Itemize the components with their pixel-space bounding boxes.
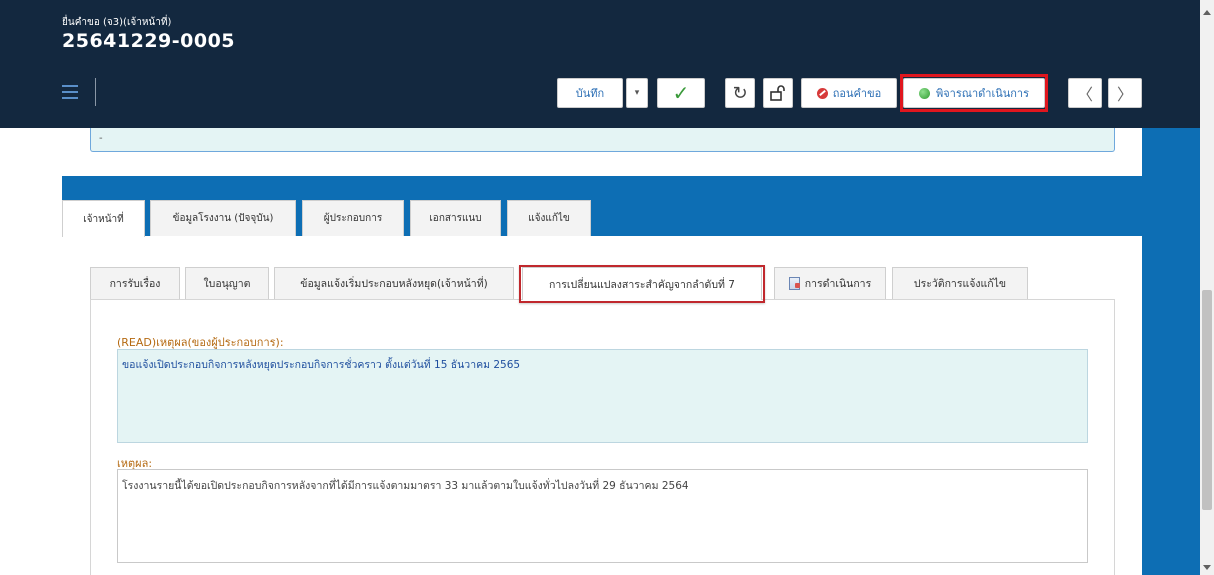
chevron-right-icon: 〉 bbox=[1116, 85, 1133, 104]
check-icon: ✓ bbox=[672, 81, 690, 105]
save-options-dropdown[interactable]: ▾ bbox=[626, 78, 648, 108]
scroll-up-arrow-icon[interactable] bbox=[1203, 10, 1211, 15]
tab-license[interactable]: ใบอนุญาต bbox=[185, 267, 269, 299]
tab-actions-label: การดำเนินการ bbox=[804, 278, 872, 290]
scrollbar-thumb[interactable] bbox=[1202, 290, 1212, 510]
previous-record-button[interactable]: 〈 bbox=[1068, 78, 1102, 108]
tab-actions[interactable]: การดำเนินการ bbox=[774, 267, 886, 299]
refresh-icon: ↻ bbox=[732, 82, 748, 104]
proceed-consideration-button[interactable]: พิจารณาดำเนินการ bbox=[903, 78, 1045, 108]
save-button[interactable]: บันทึก bbox=[557, 78, 623, 108]
tab-attachments[interactable]: เอกสารแนบ bbox=[410, 200, 501, 236]
tab-correction-history[interactable]: ประวัติการแจ้งแก้ไข bbox=[892, 267, 1028, 299]
tab-officer[interactable]: เจ้าหน้าที่ bbox=[62, 200, 145, 237]
request-id-title: 25641229-0005 bbox=[62, 30, 236, 52]
reason-textarea[interactable]: โรงงานรายนี้ได้ขอเปิดประกอบกิจการหลังจาก… bbox=[117, 469, 1088, 563]
app-header bbox=[0, 0, 1200, 128]
next-record-button[interactable]: 〉 bbox=[1108, 78, 1142, 108]
confirm-button[interactable]: ✓ bbox=[657, 78, 705, 108]
unlock-button[interactable] bbox=[763, 78, 793, 108]
unlock-icon bbox=[770, 85, 785, 101]
green-dot-icon bbox=[918, 87, 930, 99]
header-divider bbox=[95, 78, 96, 106]
document-icon bbox=[788, 277, 800, 290]
top-text-field[interactable]: - bbox=[90, 128, 1115, 152]
cancel-icon bbox=[816, 87, 828, 99]
tab-restart-notice[interactable]: ข้อมูลแจ้งเริ่มประกอบหลังหยุด(เจ้าหน้าที… bbox=[274, 267, 514, 299]
hamburger-menu-icon[interactable] bbox=[62, 85, 78, 99]
tab-receiving[interactable]: การรับเรื่อง bbox=[90, 267, 180, 299]
tab-corrections[interactable]: แจ้งแก้ไข bbox=[507, 200, 591, 236]
tab-operator[interactable]: ผู้ประกอบการ bbox=[302, 200, 404, 236]
proceed-consideration-label: พิจารณาดำเนินการ bbox=[935, 87, 1030, 100]
withdraw-request-label: ถอนคำขอ bbox=[832, 87, 882, 100]
read-reason-textarea: ขอแจ้งเปิดประกอบกิจการหลังหยุดประกอบกิจก… bbox=[117, 349, 1088, 443]
scroll-down-arrow-icon[interactable] bbox=[1203, 565, 1211, 570]
page-subtitle: ยื่นคำขอ (จ3)(เจ้าหน้าที่) bbox=[62, 17, 172, 28]
withdraw-request-button[interactable]: ถอนคำขอ bbox=[801, 78, 897, 108]
refresh-button[interactable]: ↻ bbox=[725, 78, 755, 108]
tab-factory-info[interactable]: ข้อมูลโรงงาน (ปัจจุบัน) bbox=[150, 200, 296, 236]
tab-material-change[interactable]: การเปลี่ยนแปลงสาระสำคัญจากลำดับที่ 7 bbox=[522, 267, 762, 300]
chevron-left-icon: 〈 bbox=[1076, 85, 1093, 104]
chevron-down-icon: ▾ bbox=[634, 88, 640, 98]
